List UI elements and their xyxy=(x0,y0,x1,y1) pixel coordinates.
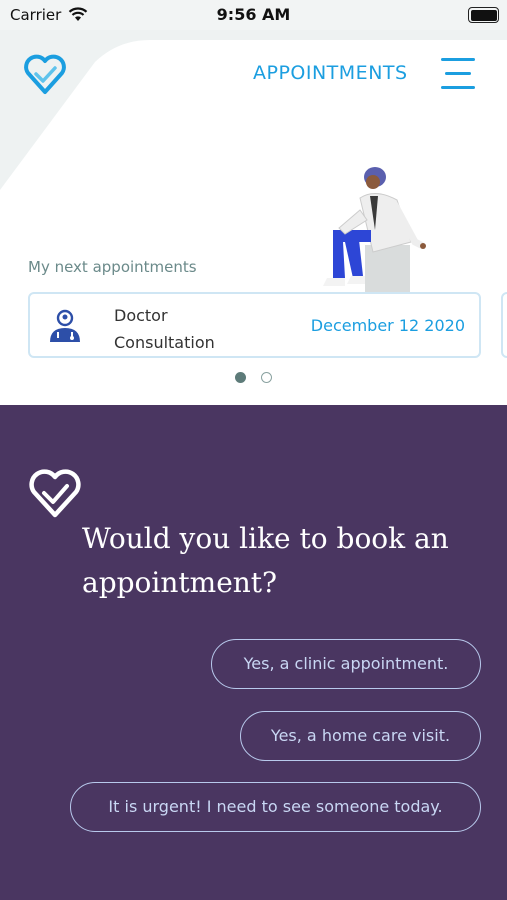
home-care-visit-option[interactable]: Yes, a home care visit. xyxy=(240,711,481,761)
status-time: 9:56 AM xyxy=(216,5,291,24)
heart-logo-icon xyxy=(29,469,81,518)
booking-question: Would you like to book an appointment? xyxy=(82,522,449,599)
pagination-dot-active[interactable] xyxy=(235,372,246,383)
next-appointment-card-peek[interactable] xyxy=(501,292,507,358)
appointment-date: December 12 2020 xyxy=(310,316,465,335)
nav-appointments-link[interactable]: APPOINTMENTS xyxy=(253,62,408,84)
appointment-card[interactable]: Doctor Consultation December 12 2020 xyxy=(28,292,481,358)
battery-icon xyxy=(468,7,499,23)
pagination-dot[interactable] xyxy=(261,372,272,383)
status-bar: Carrier 9:56 AM xyxy=(0,0,507,30)
menu-icon[interactable] xyxy=(441,58,477,90)
clinic-appointment-option[interactable]: Yes, a clinic appointment. xyxy=(211,639,481,689)
urgent-option[interactable]: It is urgent! I need to see someone toda… xyxy=(70,782,481,832)
next-appointments-label: My next appointments xyxy=(28,258,197,276)
booking-panel: Would you like to book an appointment? Y… xyxy=(0,405,507,900)
appointment-title: Doctor Consultation xyxy=(114,306,215,352)
heart-logo-icon[interactable] xyxy=(22,52,68,96)
doctor-icon xyxy=(50,309,80,342)
doctor-illustration xyxy=(323,167,426,292)
